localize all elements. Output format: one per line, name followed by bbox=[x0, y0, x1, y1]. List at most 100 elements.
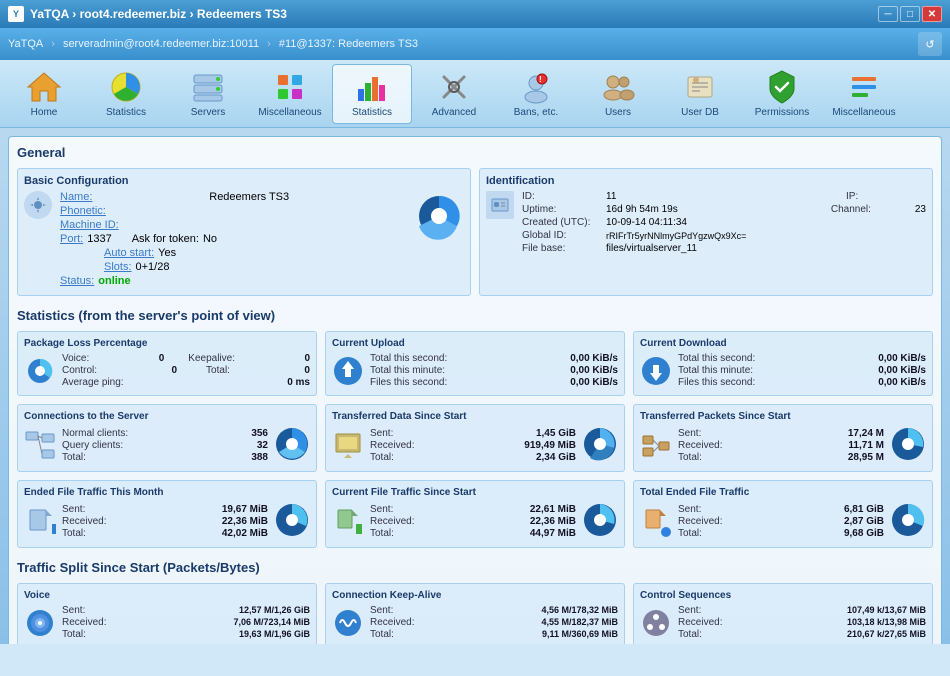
toolbar-misc-2[interactable]: Miscellaneous bbox=[824, 64, 904, 124]
name-label[interactable]: Name: bbox=[60, 191, 92, 203]
current-upload-title: Current Upload bbox=[332, 338, 618, 349]
current-download-content: Total this second: 0,00 KiB/s Total this… bbox=[640, 353, 926, 389]
upload-icon bbox=[332, 355, 364, 387]
current-download-title: Current Download bbox=[640, 338, 926, 349]
misc-label-1: Miscellaneous bbox=[258, 107, 321, 118]
toolbar-permissions[interactable]: Permissions bbox=[742, 64, 822, 124]
content-panel: General Basic Configuration Name: bbox=[8, 136, 942, 644]
file-base-val: files/virtualserver_11 bbox=[606, 243, 697, 254]
stats-title: Statistics (from the server's point of v… bbox=[17, 308, 933, 323]
transferred-data-box: Transferred Data Since Start Sent: bbox=[325, 404, 625, 472]
connections-icon bbox=[24, 430, 56, 462]
keepalive-traffic-title: Connection Keep-Alive bbox=[332, 590, 618, 601]
autostart-label[interactable]: Auto start: bbox=[104, 247, 154, 259]
machine-id-label[interactable]: Machine ID: bbox=[60, 219, 119, 231]
phonetic-row: Phonetic: bbox=[60, 205, 402, 217]
global-id-val: rRIFrTr5yrNNlmyGPdYgzwQx9Xc= bbox=[606, 231, 746, 241]
total-ended-file-box: Total Ended File Traffic Sent: bbox=[633, 480, 933, 548]
statistics-active-icon bbox=[354, 69, 390, 105]
maximize-button[interactable]: □ bbox=[900, 6, 920, 22]
basic-config-box: Basic Configuration Name: Redeemers TS3 bbox=[17, 168, 471, 296]
toolbar-userdb[interactable]: User DB bbox=[660, 64, 740, 124]
toolbar-statistics-active[interactable]: Statistics bbox=[332, 64, 412, 124]
channel-label: Channel: bbox=[831, 204, 911, 215]
addr-refresh-button[interactable]: ↺ bbox=[918, 32, 942, 56]
users-icon bbox=[600, 69, 636, 105]
control-traffic-box: Control Sequences Sen bbox=[633, 583, 933, 644]
control-traffic-content: Sent: 107,49 k/13,67 MiB Received: 103,1… bbox=[640, 605, 926, 641]
machine-id-row: Machine ID: bbox=[60, 219, 402, 231]
transferred-packets-icon bbox=[640, 430, 672, 462]
ended-file-traffic-title: Ended File Traffic This Month bbox=[24, 487, 310, 498]
servers-icon bbox=[190, 69, 226, 105]
toolbar-misc-1[interactable]: Miscellaneous bbox=[250, 64, 330, 124]
toolbar-users[interactable]: Users bbox=[578, 64, 658, 124]
current-upload-content: Total this second: 0,00 KiB/s Total this… bbox=[332, 353, 618, 389]
traffic-split-section: Traffic Split Since Start (Packets/Bytes… bbox=[17, 560, 933, 644]
connections-title: Connections to the Server bbox=[24, 411, 310, 422]
transferred-packets-content: Sent: 17,24 M Received: 11,71 M Total: 2… bbox=[640, 426, 926, 465]
toolbar-servers[interactable]: Servers bbox=[168, 64, 248, 124]
total-ended-file-stats: Sent: 6,81 GiB Received: 2,87 GiB Total:… bbox=[678, 504, 884, 540]
addr-segment-1[interactable]: YaTQA bbox=[8, 38, 43, 50]
toolbar-home[interactable]: Home bbox=[4, 64, 84, 124]
download-icon bbox=[640, 355, 672, 387]
control-icon bbox=[640, 607, 672, 639]
total-ended-pie bbox=[890, 502, 926, 541]
title-bar: Y YaTQA › root4.redeemer.biz › Redeemers… bbox=[0, 0, 950, 28]
ended-file-traffic-box: Ended File Traffic This Month Sent: bbox=[17, 480, 317, 548]
status-row: Status: online bbox=[60, 275, 402, 287]
keepalive-traffic-stats: Sent: 4,56 M/178,32 MiB Received: 4,55 M… bbox=[370, 605, 618, 641]
statistics-section: Statistics (from the server's point of v… bbox=[17, 308, 933, 548]
transferred-data-stats: Sent: 1,45 GiB Received: 919,49 MiB Tota… bbox=[370, 428, 576, 464]
voice-traffic-content: Sent: 12,57 M/1,26 GiB Received: 7,06 M/… bbox=[24, 605, 310, 641]
channel-val: 23 bbox=[915, 204, 926, 215]
close-button[interactable]: ✕ bbox=[922, 6, 942, 22]
upload-data: Total this second: 0,00 KiB/s Total this… bbox=[370, 353, 618, 389]
home-label: Home bbox=[31, 107, 58, 118]
voice-traffic-stats: Sent: 12,57 M/1,26 GiB Received: 7,06 M/… bbox=[62, 605, 310, 641]
toolbar-bans[interactable]: ! Bans, etc. bbox=[496, 64, 576, 124]
connections-box: Connections to the Server bbox=[17, 404, 317, 472]
connections-data: Normal clients: 356 Query clients: 32 To… bbox=[62, 428, 268, 464]
ended-file-traffic-content: Sent: 19,67 MiB Received: 22,36 MiB Tota… bbox=[24, 502, 310, 541]
ended-file-pie bbox=[274, 502, 310, 541]
identification-box: Identification ID: 11 IP: bbox=[479, 168, 933, 296]
uptime-val: 16d 9h 54m 19s bbox=[606, 204, 827, 215]
package-loss-data: Voice: 0 Keepalive: 0 Control: 0 Total: … bbox=[62, 353, 310, 389]
file-base-label: File base: bbox=[522, 243, 602, 254]
misc-icon-2 bbox=[846, 69, 882, 105]
ip-label: IP: bbox=[846, 191, 926, 202]
permissions-label: Permissions bbox=[755, 107, 809, 118]
keepalive-icon bbox=[332, 607, 364, 639]
connections-content: Normal clients: 356 Query clients: 32 To… bbox=[24, 426, 310, 465]
created-label: Created (UTC): bbox=[522, 217, 602, 228]
transferred-data-title: Transferred Data Since Start bbox=[332, 411, 618, 422]
port-row: Port: 1337 Ask for token: No bbox=[60, 233, 402, 245]
minimize-button[interactable]: ─ bbox=[878, 6, 898, 22]
port-val: 1337 bbox=[87, 233, 111, 245]
keepalive-traffic-box: Connection Keep-Alive Sent: 4,56 M/178, bbox=[325, 583, 625, 644]
uptime-label: Uptime: bbox=[522, 204, 602, 215]
general-section: General Basic Configuration Name: bbox=[17, 145, 933, 296]
main-content: General Basic Configuration Name: bbox=[0, 128, 950, 644]
id-icon bbox=[486, 191, 514, 219]
toolbar-advanced[interactable]: Advanced bbox=[414, 64, 494, 124]
svg-text:!: ! bbox=[539, 75, 542, 84]
phonetic-label[interactable]: Phonetic: bbox=[60, 205, 106, 217]
toolbar-statistics-1[interactable]: Statistics bbox=[86, 64, 166, 124]
identification-title: Identification bbox=[486, 175, 926, 187]
addr-segment-2[interactable]: serveradmin@root4.redeemer.biz:10011 bbox=[63, 38, 259, 50]
voice-icon bbox=[24, 607, 56, 639]
ask-token-val: No bbox=[203, 233, 217, 245]
toolbar: Home Statistics Servers bbox=[0, 60, 950, 128]
userdb-label: User DB bbox=[681, 107, 719, 118]
slots-label[interactable]: Slots: bbox=[104, 261, 132, 273]
transferred-packets-stats: Sent: 17,24 M Received: 11,71 M Total: 2… bbox=[678, 428, 884, 464]
window-title: YaTQA › root4.redeemer.biz › Redeemers T… bbox=[30, 7, 287, 21]
control-traffic-stats: Sent: 107,49 k/13,67 MiB Received: 103,1… bbox=[678, 605, 926, 641]
package-loss-box: Package Loss Percentage Voice: bbox=[17, 331, 317, 396]
addr-segment-3[interactable]: #11@1337: Redeemers TS3 bbox=[279, 38, 418, 50]
status-label[interactable]: Status: bbox=[60, 275, 94, 287]
port-label[interactable]: Port: bbox=[60, 233, 83, 245]
